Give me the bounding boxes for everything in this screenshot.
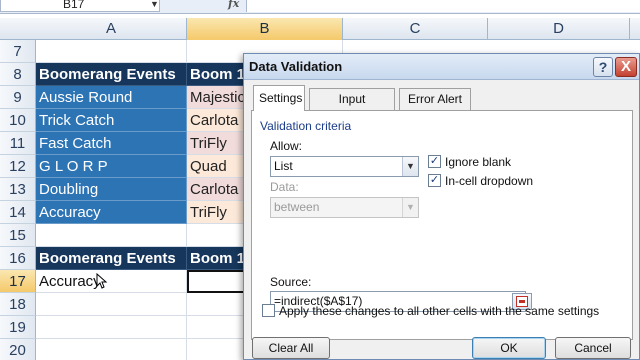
cell[interactable]: [36, 293, 187, 316]
column-header-d[interactable]: D: [488, 18, 630, 40]
tab-error-alert[interactable]: Error Alert: [399, 88, 471, 110]
cursor-icon: [96, 273, 108, 289]
tab-settings[interactable]: Settings: [253, 85, 305, 111]
event-cell[interactable]: G L O R P: [36, 155, 187, 178]
row-header[interactable]: 8: [0, 63, 36, 86]
dialog-title: Data Validation: [249, 59, 343, 74]
cell[interactable]: [36, 40, 187, 63]
row-header[interactable]: 20: [0, 339, 36, 360]
validation-criteria-label: Validation criteria: [260, 119, 352, 133]
cell[interactable]: [36, 339, 187, 360]
chevron-down-icon[interactable]: ▼: [150, 0, 159, 9]
row-header[interactable]: 15: [0, 224, 36, 247]
column-header-a[interactable]: A: [36, 18, 187, 40]
column-header-c[interactable]: C: [343, 18, 488, 40]
data-value: between: [274, 200, 320, 214]
close-button[interactable]: X: [615, 57, 637, 77]
row-header-selected[interactable]: 17: [0, 270, 36, 293]
row-header[interactable]: 12: [0, 155, 36, 178]
allow-dropdown[interactable]: List ▼: [270, 156, 419, 177]
column-header-b[interactable]: B: [187, 18, 343, 40]
column-header-e[interactable]: [630, 18, 640, 40]
cell-a17[interactable]: Accuracy: [36, 270, 187, 293]
clear-all-button[interactable]: Clear All: [252, 337, 330, 359]
row-header[interactable]: 13: [0, 178, 36, 201]
cell[interactable]: [36, 316, 187, 339]
data-dropdown: between ▼: [270, 197, 419, 218]
formula-input[interactable]: [246, 0, 640, 12]
function-icon[interactable]: fx: [228, 0, 239, 10]
allow-value: List: [274, 159, 293, 173]
row-header[interactable]: 11: [0, 132, 36, 155]
event-cell[interactable]: Aussie Round: [36, 86, 187, 109]
event-cell[interactable]: Accuracy: [36, 201, 187, 224]
row-header[interactable]: 16: [0, 247, 36, 270]
source-label: Source:: [270, 275, 312, 289]
row-header[interactable]: 19: [0, 316, 36, 339]
chevron-down-icon[interactable]: ▼: [402, 157, 418, 176]
ok-button[interactable]: OK: [472, 337, 546, 359]
event-cell[interactable]: Doubling: [36, 178, 187, 201]
data-label: Data:: [270, 180, 299, 194]
cell[interactable]: [36, 224, 187, 247]
ignore-blank-checkbox[interactable]: ✓: [428, 155, 441, 168]
row-header[interactable]: 10: [0, 109, 36, 132]
row-header[interactable]: 14: [0, 201, 36, 224]
chevron-down-icon: ▼: [402, 198, 418, 217]
ignore-blank-label[interactable]: Ignore blank: [445, 155, 511, 169]
allow-label: Allow:: [270, 139, 303, 153]
data-validation-dialog: Data Validation ? X Settings Input Messa…: [243, 53, 640, 360]
settings-panel: Validation criteria Allow: List ▼ ✓ Igno…: [251, 110, 633, 340]
row-header[interactable]: 9: [0, 86, 36, 109]
table2-header-events[interactable]: Boomerang Events: [36, 247, 187, 270]
help-button[interactable]: ?: [593, 57, 613, 77]
event-cell[interactable]: Trick Catch: [36, 109, 187, 132]
in-cell-dropdown-label[interactable]: In-cell dropdown: [445, 174, 533, 188]
tab-input-message[interactable]: Input Message: [309, 88, 395, 126]
name-box[interactable]: B17: [0, 0, 160, 12]
cancel-button[interactable]: Cancel: [555, 337, 631, 359]
dialog-title-bar[interactable]: Data Validation ? X: [244, 54, 639, 80]
apply-all-checkbox[interactable]: [262, 304, 275, 317]
event-cell[interactable]: Fast Catch: [36, 132, 187, 155]
formula-bar: B17 ▼ fx: [0, 0, 640, 14]
apply-all-label[interactable]: Apply these changes to all other cells w…: [279, 304, 599, 318]
row-header[interactable]: 18: [0, 293, 36, 316]
in-cell-dropdown-checkbox[interactable]: ✓: [428, 174, 441, 187]
row-header[interactable]: 7: [0, 40, 36, 63]
column-headers: A B C D: [0, 18, 640, 40]
table-header-events[interactable]: Boomerang Events: [36, 63, 187, 86]
